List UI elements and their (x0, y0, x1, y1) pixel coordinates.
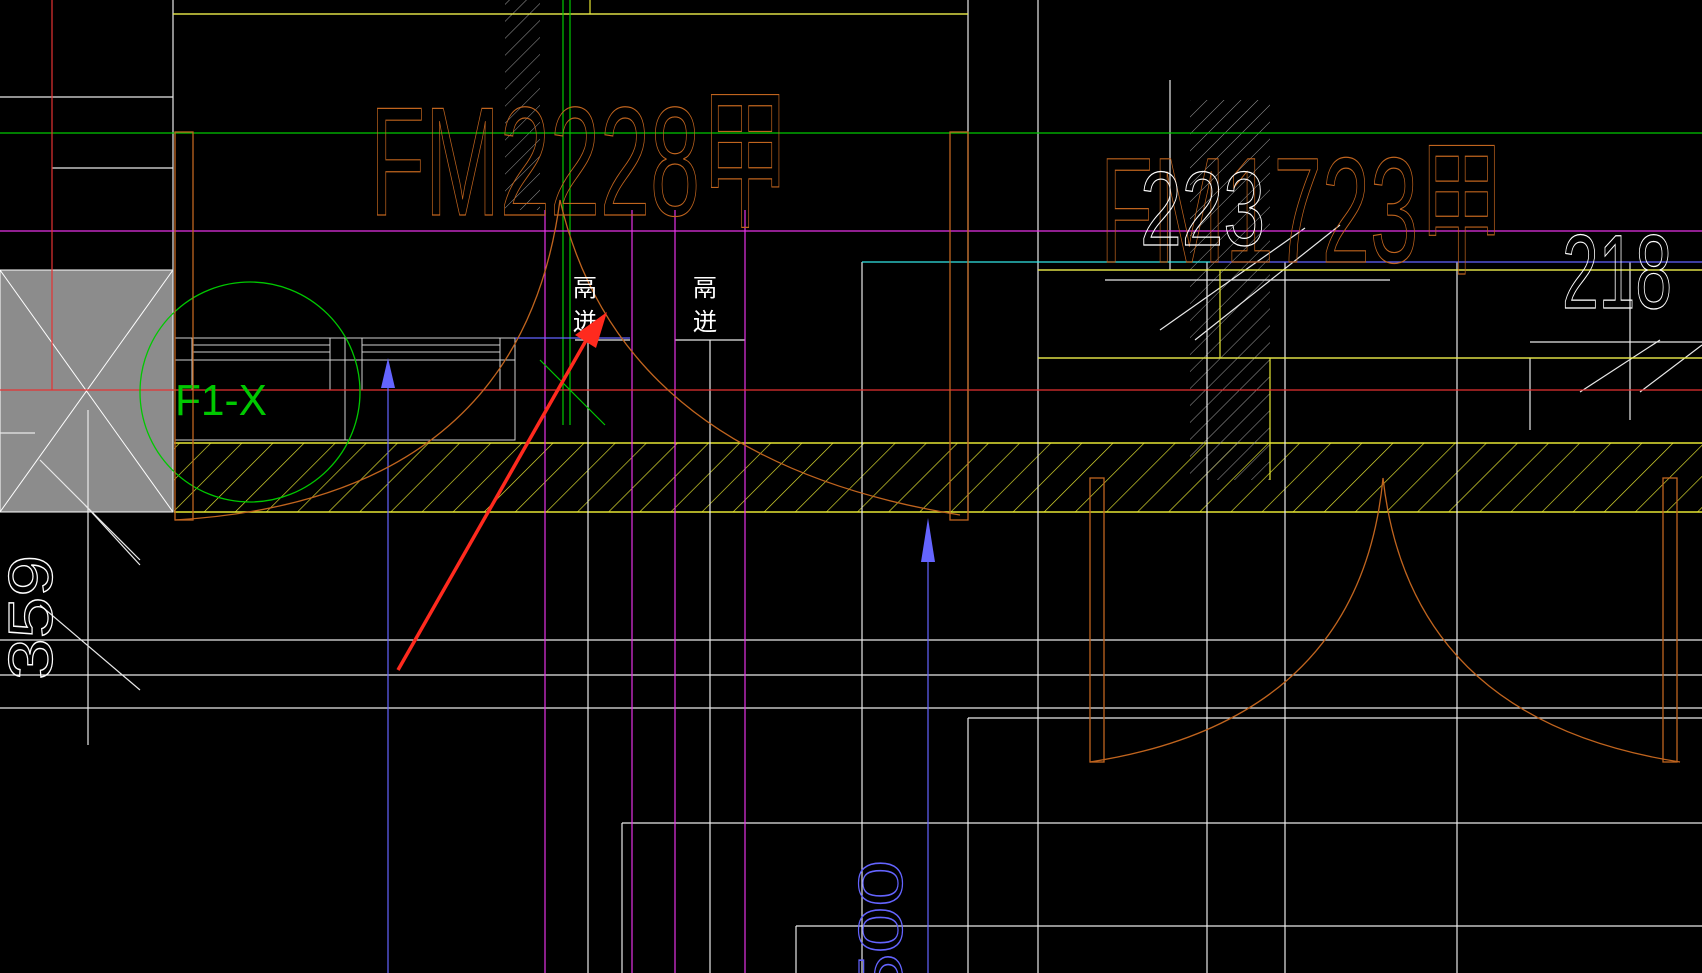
door-tag-left[interactable]: FM2228甲 (369, 74, 790, 248)
pipe-note-b-line2: 迸 (693, 309, 717, 336)
dimension-label-right: 218 (1562, 214, 1672, 331)
dimension-label-left: 359 (0, 555, 66, 680)
section-arrow-icon-right[interactable] (921, 518, 935, 562)
section-arrow-icon-left[interactable] (381, 358, 395, 388)
structural-column[interactable] (0, 269, 174, 513)
wall-hatch-band (174, 442, 1702, 513)
dimension-label-center: 223 (1140, 151, 1265, 268)
door-swing-right[interactable] (1089, 477, 1681, 763)
pipe-note-b-line1: 鬲 (693, 275, 717, 302)
fire-hydrant-label: F1-X (175, 376, 267, 425)
cad-drawing-canvas[interactable]: F1-X FM2228甲 FM1723甲 223 218 359 500 鬲 迸… (0, 0, 1702, 973)
pipe-note-a-line1: 鬲 (573, 275, 597, 302)
dimension-label-bottom: 500 (847, 860, 916, 973)
pipe-note-b: 鬲 迸 (693, 275, 717, 336)
